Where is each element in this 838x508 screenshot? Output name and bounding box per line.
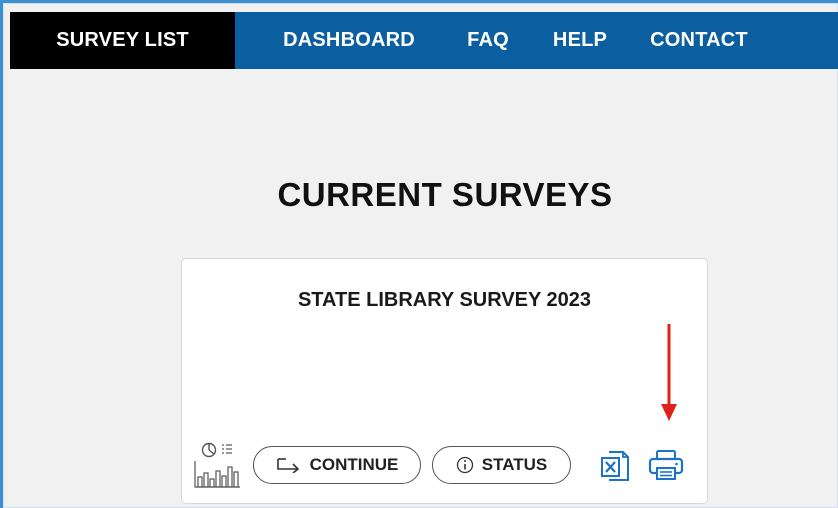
nav-item-help[interactable]: HELP: [521, 12, 639, 69]
status-label: STATUS: [481, 455, 548, 474]
print-icon[interactable]: [648, 449, 684, 481]
nav-item-survey-list[interactable]: SURVEY LIST: [10, 12, 235, 69]
nav-item-contact[interactable]: CONTACT: [639, 12, 759, 69]
nav-item-faq[interactable]: FAQ: [455, 12, 521, 69]
annotation-arrow-down: [661, 324, 677, 421]
page-title: CURRENT SURVEYS: [277, 176, 613, 213]
survey-card: STATE LIBRARY SURVEY 2023 CONTINUE STATU…: [181, 258, 708, 504]
status-button[interactable]: STATUS: [432, 446, 571, 484]
nav-item-dashboard[interactable]: DASHBOARD: [235, 12, 455, 69]
report-chart-icon[interactable]: [192, 441, 242, 489]
info-icon: [456, 456, 473, 474]
continue-button[interactable]: CONTINUE: [253, 446, 421, 484]
survey-title: STATE LIBRARY SURVEY 2023: [297, 289, 592, 311]
arrow-right-icon: [276, 458, 299, 473]
continue-label: CONTINUE: [309, 455, 399, 474]
excel-export-icon[interactable]: [600, 449, 630, 483]
main-navbar: SURVEY LIST DASHBOARD FAQ HELP CONTACT: [10, 12, 838, 69]
